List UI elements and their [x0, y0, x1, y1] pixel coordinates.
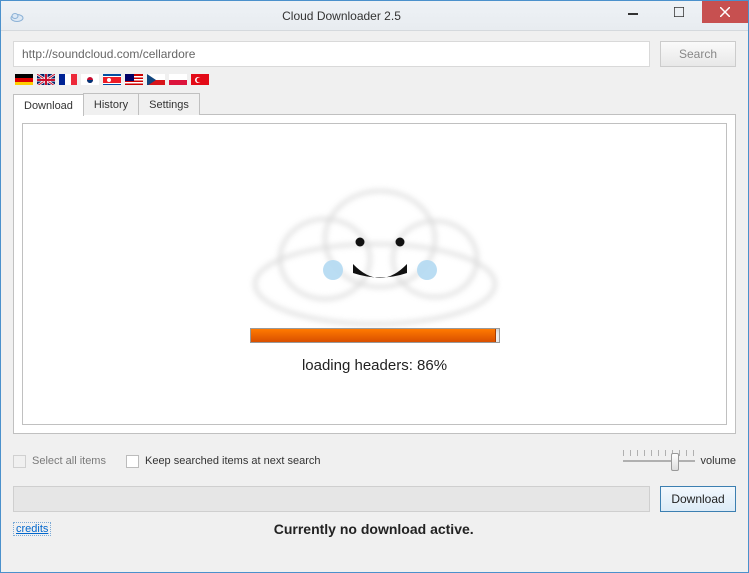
loading-text: loading headers: 86%	[302, 357, 447, 374]
cloud-illustration	[215, 174, 535, 334]
keep-searched-label: Keep searched items at next search	[145, 455, 320, 467]
tab-download[interactable]: Download	[13, 94, 84, 116]
volume-slider[interactable]	[623, 450, 695, 472]
flag-cz[interactable]	[147, 73, 165, 85]
volume-control: volume	[623, 450, 736, 472]
loading-progress-fill	[251, 329, 497, 342]
download-progress-bar	[13, 486, 650, 512]
minimize-button[interactable]	[610, 1, 656, 23]
keep-searched-group: Keep searched items at next search	[126, 455, 320, 468]
select-all-label: Select all items	[32, 455, 106, 467]
select-all-checkbox[interactable]	[13, 455, 26, 468]
flag-de[interactable]	[15, 73, 33, 85]
options-row: Select all items Keep searched items at …	[13, 450, 736, 472]
close-button[interactable]	[702, 1, 748, 23]
titlebar[interactable]: Cloud Downloader 2.5	[1, 1, 748, 31]
language-flags	[13, 73, 736, 85]
flag-gb[interactable]	[37, 73, 55, 85]
maximize-button[interactable]	[656, 1, 702, 23]
maximize-icon	[674, 7, 684, 17]
search-button[interactable]: Search	[660, 41, 736, 67]
flag-pl[interactable]	[169, 73, 187, 85]
tab-bar: Download History Settings	[13, 93, 736, 115]
flag-kr[interactable]	[81, 73, 99, 85]
volume-label: volume	[701, 455, 736, 467]
flag-kp[interactable]	[103, 73, 121, 85]
tab-panel: loading headers: 86%	[13, 114, 736, 434]
loading-progress-bar	[250, 328, 500, 343]
select-all-group: Select all items	[13, 455, 106, 468]
window-controls	[610, 1, 748, 23]
close-icon	[720, 7, 730, 17]
flag-fr[interactable]	[59, 73, 77, 85]
tab-history[interactable]: History	[83, 93, 139, 115]
flag-tr[interactable]	[191, 73, 209, 85]
minimize-icon	[628, 7, 638, 17]
search-row: Search	[13, 41, 736, 67]
flag-my[interactable]	[125, 73, 143, 85]
url-input[interactable]	[13, 41, 650, 67]
keep-searched-checkbox[interactable]	[126, 455, 139, 468]
client-area: Search Download History Settings	[1, 31, 748, 572]
tab-settings[interactable]: Settings	[138, 93, 200, 115]
download-row: Download	[13, 486, 736, 512]
download-button[interactable]: Download	[660, 486, 736, 512]
footer: credits Currently no download active.	[13, 518, 736, 540]
app-window: Cloud Downloader 2.5 Search	[0, 0, 749, 573]
content-box: loading headers: 86%	[22, 123, 727, 425]
status-text: Currently no download active.	[11, 521, 736, 537]
volume-slider-thumb[interactable]	[671, 453, 679, 471]
